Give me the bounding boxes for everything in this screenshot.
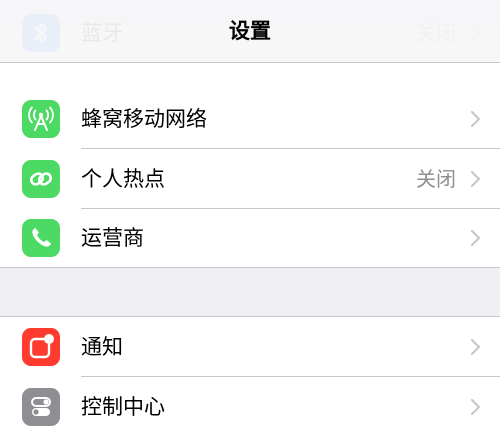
page-title: 设置	[229, 19, 271, 43]
chevron-right-icon	[470, 111, 482, 127]
settings-row-carrier[interactable]: 运营商	[0, 208, 500, 268]
chevron-right-icon	[470, 339, 482, 355]
settings-row-value: 关闭	[416, 167, 456, 191]
cellular-antenna-icon	[22, 100, 60, 138]
settings-row-personal-hotspot[interactable]: 个人热点 关闭	[0, 149, 500, 209]
settings-row-label: 运营商	[81, 226, 144, 250]
phone-icon	[22, 219, 60, 257]
settings-row-cellular[interactable]: 蜂窝移动网络	[0, 89, 500, 149]
settings-row-label: 蜂窝移动网络	[81, 107, 207, 131]
notifications-icon	[22, 328, 60, 366]
settings-row-control-center[interactable]: 控制中心	[0, 377, 500, 431]
chevron-right-icon	[470, 171, 482, 187]
chevron-right-icon	[470, 230, 482, 246]
settings-row-label: 控制中心	[81, 395, 165, 419]
navigation-bar: 设置	[0, 0, 500, 63]
settings-row-notifications[interactable]: 通知	[0, 317, 500, 377]
hotspot-link-icon	[22, 160, 60, 198]
row-separator	[0, 267, 500, 268]
settings-screen: 蓝牙 关闭 蜂窝移动网络	[0, 0, 500, 431]
settings-group-system: 通知 控制中心	[0, 316, 500, 431]
chevron-right-icon	[470, 399, 482, 415]
settings-row-label: 通知	[81, 335, 123, 359]
settings-row-label: 个人热点	[81, 167, 165, 191]
control-center-icon	[22, 388, 60, 426]
